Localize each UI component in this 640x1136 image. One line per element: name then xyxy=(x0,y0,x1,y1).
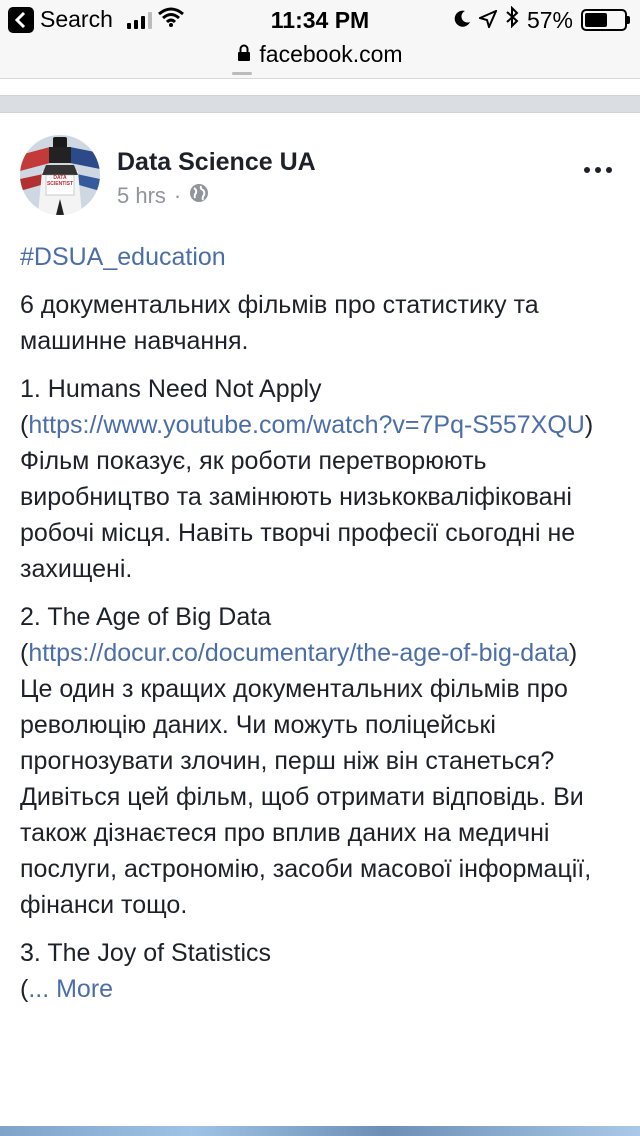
scrolled-content-fragment xyxy=(232,72,252,75)
item-title: 3. The Joy of Statistics xyxy=(20,939,272,967)
next-post-image-edge xyxy=(0,1126,640,1136)
author-name[interactable]: Data Science UA xyxy=(117,148,316,177)
see-more-link[interactable]: ... More xyxy=(28,975,113,1003)
post-meta: 5 hrs · xyxy=(117,183,209,209)
moon-icon xyxy=(453,7,471,34)
item-title: 1. Humans Need Not Apply xyxy=(20,375,322,403)
post-time[interactable]: 5 hrs xyxy=(117,183,166,209)
avatar-text: DATA SCIENTIST xyxy=(46,175,74,187)
paren-close: ) xyxy=(584,411,594,439)
battery-percent: 57% xyxy=(526,6,573,33)
list-item: 2. The Age of Big Data (https://docur.co… xyxy=(20,599,620,923)
list-item: 1. Humans Need Not Apply (https://www.yo… xyxy=(20,371,620,587)
battery-level xyxy=(585,13,607,27)
paren-close: ) xyxy=(568,639,578,667)
url-bar[interactable]: facebook.com xyxy=(0,40,640,78)
feed-separator xyxy=(0,95,640,113)
item-title: 2. The Age of Big Data xyxy=(20,603,272,631)
post-card: DATA SCIENTIST Data Science UA 5 hrs · #… xyxy=(0,113,640,1126)
meta-separator: · xyxy=(173,183,182,208)
item-link[interactable]: https://docur.co/documentary/the-age-of-… xyxy=(28,639,569,667)
battery-tip xyxy=(627,16,630,24)
post-options-icon[interactable] xyxy=(584,167,612,173)
bluetooth-icon xyxy=(505,5,519,34)
hashtag-link[interactable]: #DSUA_education xyxy=(20,243,226,271)
item-link[interactable]: https://www.youtube.com/watch?v=7Pq-S557… xyxy=(28,411,585,439)
post-body: #DSUA_education 6 документальних фільмів… xyxy=(20,239,620,1019)
lock-icon xyxy=(237,41,251,68)
list-item: 3. The Joy of Statistics (... More xyxy=(20,935,620,1007)
status-bar: Search 11:34 PM 57% xyxy=(0,0,640,40)
globe-icon xyxy=(189,183,209,209)
post-intro: 6 документальних фільмів про статистику … xyxy=(20,291,539,355)
item-description: Це один з кращих документальних фільмів … xyxy=(20,675,592,919)
divider xyxy=(0,78,640,79)
item-description: Фільм показує, як роботи перетворюють ви… xyxy=(20,447,576,583)
url-domain: facebook.com xyxy=(259,41,403,67)
avatar[interactable]: DATA SCIENTIST xyxy=(20,135,100,215)
location-arrow-icon xyxy=(477,7,498,34)
battery-icon xyxy=(581,9,627,31)
